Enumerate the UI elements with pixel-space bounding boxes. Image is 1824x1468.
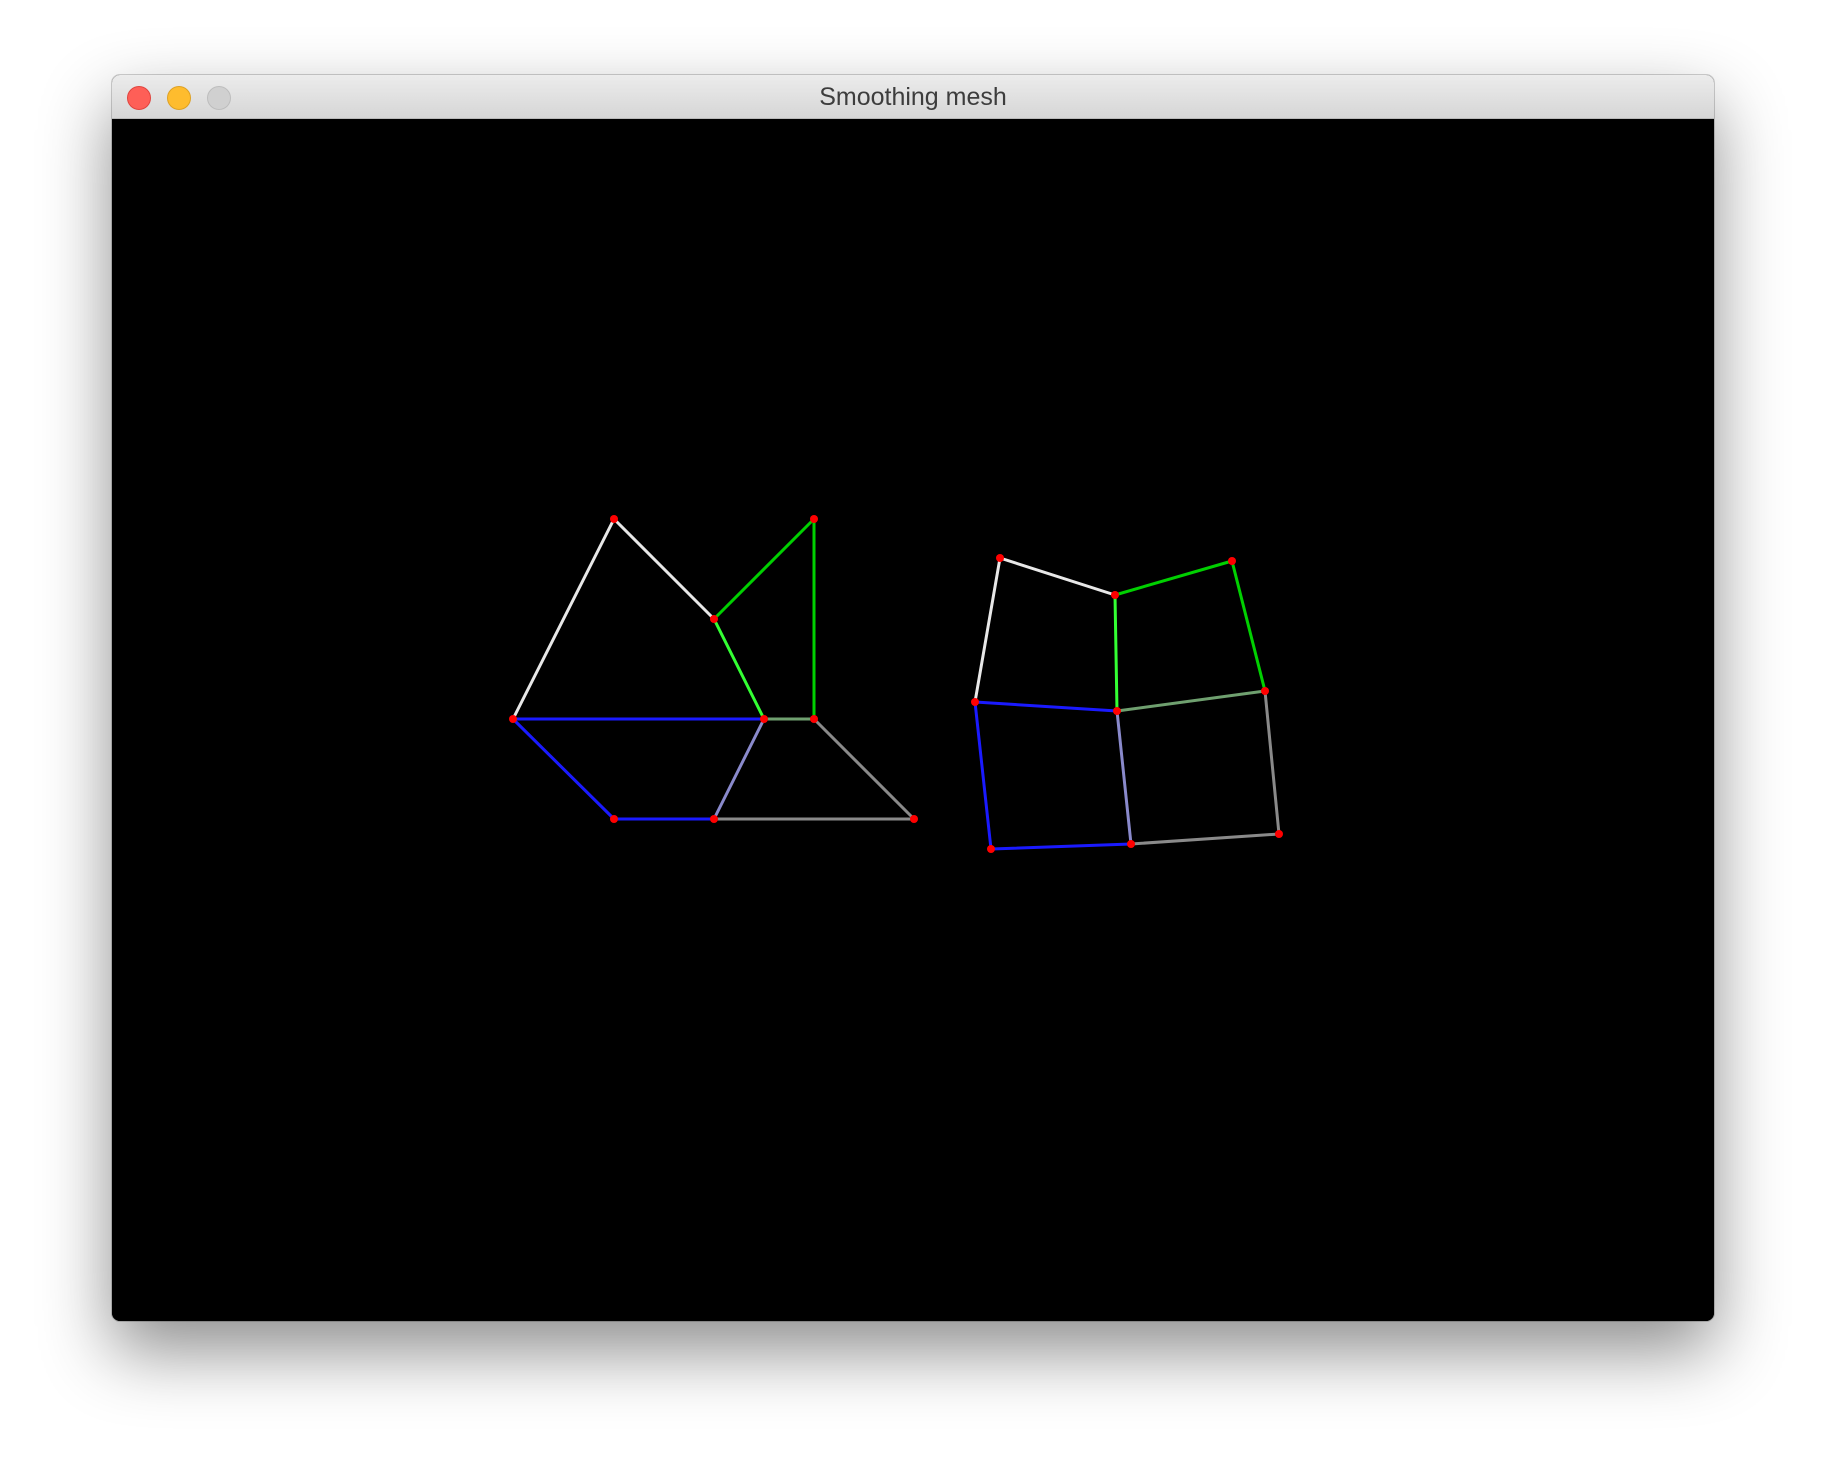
mesh-drawing xyxy=(509,515,1283,853)
mesh-vertex[interactable] xyxy=(1261,687,1269,695)
mesh-edge xyxy=(989,842,1133,851)
title-bar[interactable]: Smoothing mesh xyxy=(112,75,1714,119)
mesh-vertex[interactable] xyxy=(810,515,818,523)
mesh-vertex[interactable] xyxy=(1111,591,1119,599)
mesh-vertex[interactable] xyxy=(910,815,918,823)
mesh-edge xyxy=(973,556,1002,704)
app-window: Smoothing mesh xyxy=(112,75,1714,1321)
mesh-edge xyxy=(1113,593,1119,713)
mesh-vertex[interactable] xyxy=(996,554,1004,562)
mesh-edge xyxy=(973,700,993,851)
mesh-vertex[interactable] xyxy=(760,715,768,723)
mesh-vertex[interactable] xyxy=(710,815,718,823)
mesh-vertex[interactable] xyxy=(710,615,718,623)
mesh-edge xyxy=(812,717,916,821)
mesh-canvas[interactable] xyxy=(112,120,1714,1321)
mesh-edge xyxy=(1113,559,1234,597)
mesh-vertex[interactable] xyxy=(610,515,618,523)
original-mesh xyxy=(511,517,916,821)
mesh-edge xyxy=(511,717,616,821)
mesh-edge xyxy=(998,556,1117,597)
mesh-edge xyxy=(1129,832,1281,846)
smoothed-mesh xyxy=(973,556,1281,851)
mesh-edge xyxy=(1115,689,1267,713)
mesh-edge xyxy=(1263,689,1281,836)
mesh-vertex[interactable] xyxy=(987,845,995,853)
mesh-vertex[interactable] xyxy=(971,698,979,706)
mesh-vertex[interactable] xyxy=(1127,840,1135,848)
mesh-vertex[interactable] xyxy=(1113,707,1121,715)
mesh-vertex[interactable] xyxy=(610,815,618,823)
mesh-edge xyxy=(612,517,716,621)
window-title: Smoothing mesh xyxy=(819,83,1007,111)
mesh-edge xyxy=(511,517,616,721)
mesh-vertex[interactable] xyxy=(509,715,517,723)
mesh-edge xyxy=(1230,559,1267,693)
mesh-edge xyxy=(973,700,1119,713)
mesh-edge xyxy=(712,717,766,821)
mesh-edge xyxy=(712,617,766,721)
mesh-vertex[interactable] xyxy=(810,715,818,723)
mesh-edge xyxy=(1115,709,1133,846)
mesh-vertex[interactable] xyxy=(1275,830,1283,838)
mesh-vertex[interactable] xyxy=(1228,557,1236,565)
mesh-edge xyxy=(712,517,816,621)
